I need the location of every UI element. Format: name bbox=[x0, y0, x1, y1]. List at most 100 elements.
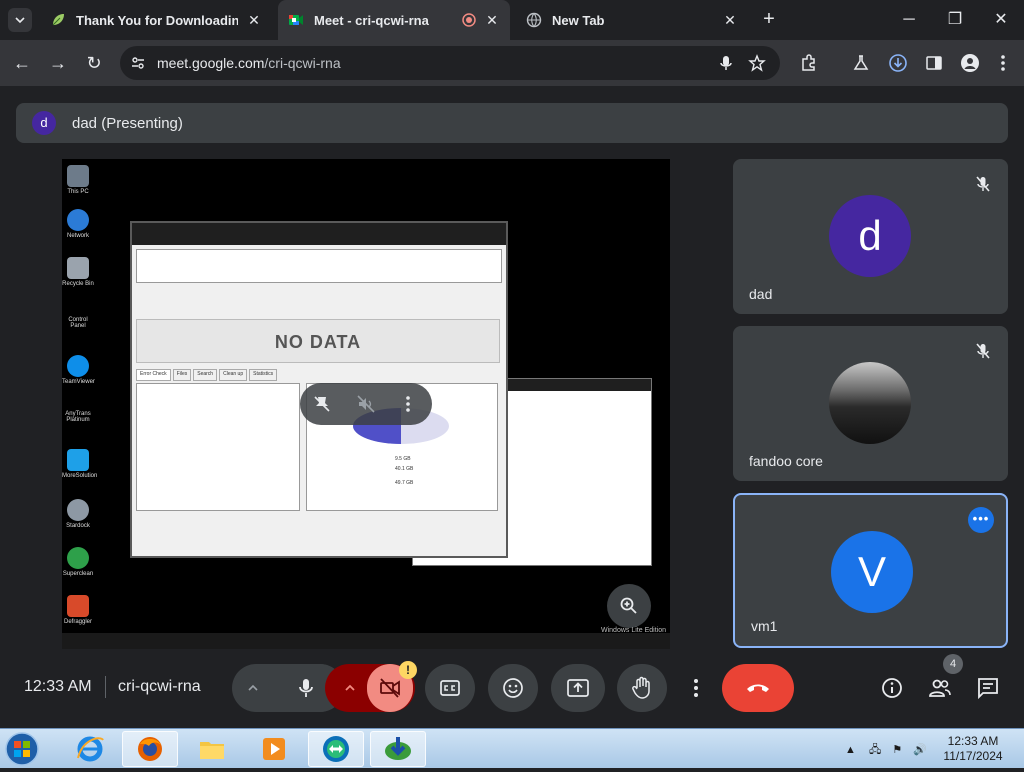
desktop-icon-this-pc: This PC bbox=[62, 165, 94, 195]
chevron-down-icon bbox=[15, 17, 25, 24]
reload-button[interactable]: ↻ bbox=[83, 52, 105, 74]
more-options-icon[interactable] bbox=[993, 53, 1013, 73]
globe-icon bbox=[526, 12, 542, 28]
participant-avatar: d bbox=[829, 195, 911, 277]
warning-badge: ! bbox=[399, 661, 417, 679]
extensions-icon[interactable] bbox=[799, 53, 819, 73]
meet-stage: d dad (Presenting) This PC Network Recyc… bbox=[0, 86, 1024, 728]
close-tab-icon[interactable]: ✕ bbox=[484, 12, 500, 29]
profile-avatar-icon[interactable] bbox=[960, 53, 980, 73]
close-tab-icon[interactable]: ✕ bbox=[722, 12, 738, 29]
system-tray: ▲ 🖧 ⚑ 🔊 bbox=[845, 741, 927, 760]
taskbar-internet-explorer[interactable] bbox=[62, 731, 118, 767]
leave-call-button[interactable] bbox=[722, 664, 794, 712]
divider bbox=[105, 676, 106, 698]
desktop-icon-superclean: Superclean bbox=[62, 547, 94, 577]
system-date: 11/17/2024 bbox=[943, 749, 1003, 763]
taskbar-download-manager[interactable] bbox=[370, 731, 426, 767]
taskbar-media-player[interactable] bbox=[246, 731, 302, 767]
back-button[interactable]: ← bbox=[11, 52, 33, 74]
people-icon[interactable] bbox=[928, 676, 952, 700]
tab-search-button[interactable] bbox=[8, 8, 32, 32]
more-options-button[interactable]: ••• bbox=[968, 507, 994, 533]
side-panel-icon[interactable] bbox=[924, 53, 944, 73]
participant-tile-dad[interactable]: d dad bbox=[733, 159, 1008, 314]
emoji-icon bbox=[503, 678, 523, 698]
labs-flask-icon[interactable] bbox=[851, 53, 871, 73]
system-time: 12:33 AM bbox=[947, 734, 999, 748]
participant-tile-vm1[interactable]: ••• V vm1 bbox=[733, 493, 1008, 648]
raise-hand-button[interactable] bbox=[617, 664, 667, 712]
url-path: /cri-qcwi-rna bbox=[264, 55, 341, 71]
restore-button[interactable]: ❐ bbox=[945, 10, 965, 30]
meeting-details-icon[interactable] bbox=[880, 676, 904, 700]
zoom-button[interactable] bbox=[607, 584, 651, 628]
taskbar-teamviewer[interactable] bbox=[308, 731, 364, 767]
hang-up-icon bbox=[747, 684, 769, 692]
minimize-button[interactable]: ─ bbox=[899, 10, 919, 30]
network-icon[interactable]: 🖧 bbox=[869, 744, 881, 756]
url-text: meet.google.com/cri-qcwi-rna bbox=[157, 55, 341, 71]
downloads-icon[interactable] bbox=[888, 53, 908, 73]
url-host: meet.google.com bbox=[157, 55, 265, 71]
tab-downloads[interactable]: Thank You for Downloading Ea ✕ bbox=[40, 0, 272, 40]
participant-tile-fandoo-core[interactable]: fandoo core bbox=[733, 326, 1008, 481]
meeting-clock: 12:33 AM bbox=[24, 678, 92, 695]
address-bar[interactable]: meet.google.com/cri-qcwi-rna bbox=[120, 46, 780, 80]
tray-expand-icon[interactable]: ▲ bbox=[845, 744, 856, 756]
shared-screen[interactable]: This PC Network Recycle Bin Control Pane… bbox=[62, 159, 670, 649]
participant-name: vm1 bbox=[751, 618, 778, 634]
drive-list bbox=[136, 249, 502, 283]
people-count-badge: 4 bbox=[943, 654, 963, 674]
reactions-button[interactable] bbox=[488, 664, 538, 712]
tile-hover-controls bbox=[300, 383, 432, 425]
start-button[interactable] bbox=[4, 731, 42, 767]
tab-title: New Tab bbox=[552, 12, 605, 28]
presenting-label: dad (Presenting) bbox=[72, 114, 183, 132]
desktop-icon-network: Network bbox=[62, 209, 94, 239]
window-titlebar bbox=[132, 223, 506, 245]
mic-off-icon bbox=[976, 176, 990, 192]
pin-off-icon[interactable] bbox=[312, 394, 332, 414]
captions-button[interactable] bbox=[425, 664, 475, 712]
presenter-avatar: d bbox=[32, 111, 56, 135]
flag-icon[interactable]: ⚑ bbox=[892, 744, 902, 756]
desktop-icon-moresolution: MoreSolution bbox=[62, 449, 97, 479]
participant-avatar: V bbox=[831, 531, 913, 613]
windows-start-icon bbox=[5, 732, 39, 766]
tab-meet[interactable]: Meet - cri-qcwi-rna ✕ bbox=[278, 0, 510, 40]
desktop-icon-recycle-bin: Recycle Bin bbox=[62, 257, 94, 287]
bookmark-star-icon[interactable] bbox=[748, 54, 766, 72]
more-vertical-icon[interactable] bbox=[398, 394, 418, 414]
windows-taskbar: ▲ 🖧 ⚑ 🔊 12:33 AM 11/17/2024 bbox=[0, 728, 1024, 768]
remote-taskbar bbox=[62, 633, 670, 649]
microphone-icon[interactable] bbox=[717, 54, 735, 72]
action-bar bbox=[136, 519, 502, 537]
taskbar-file-explorer[interactable] bbox=[184, 731, 240, 767]
window-close-button[interactable]: ✕ bbox=[991, 10, 1011, 30]
teamviewer-icon bbox=[323, 736, 349, 762]
desktop-icon-teamviewer: TeamViewer bbox=[62, 355, 95, 385]
desktop-icon-control-panel: Control Panel bbox=[68, 317, 88, 329]
media-player-icon bbox=[263, 738, 285, 760]
chevron-up-icon[interactable] bbox=[343, 681, 357, 695]
chevron-up-icon[interactable] bbox=[246, 681, 260, 695]
more-options-button[interactable] bbox=[680, 664, 712, 712]
tab-new-tab[interactable]: New Tab ✕ bbox=[516, 0, 748, 40]
present-screen-button[interactable] bbox=[551, 664, 605, 712]
chat-icon[interactable] bbox=[976, 676, 1000, 700]
new-tab-button[interactable]: + bbox=[758, 8, 780, 30]
closed-captions-icon bbox=[440, 680, 460, 696]
recording-icon bbox=[462, 13, 476, 27]
status-panel bbox=[136, 383, 300, 511]
more-vertical-icon bbox=[694, 679, 698, 697]
system-clock[interactable]: 12:33 AM 11/17/2024 bbox=[940, 734, 1006, 764]
desktop-icon-anytrans: AnyTrans Platinum bbox=[65, 411, 91, 423]
mic-off-icon bbox=[976, 343, 990, 359]
mute-audio-icon[interactable] bbox=[356, 394, 376, 414]
volume-icon[interactable]: 🔊 bbox=[913, 744, 927, 756]
close-tab-icon[interactable]: ✕ bbox=[246, 12, 262, 29]
forward-button[interactable]: → bbox=[47, 52, 69, 74]
taskbar-firefox[interactable] bbox=[122, 731, 178, 767]
site-info-icon[interactable] bbox=[130, 55, 146, 71]
